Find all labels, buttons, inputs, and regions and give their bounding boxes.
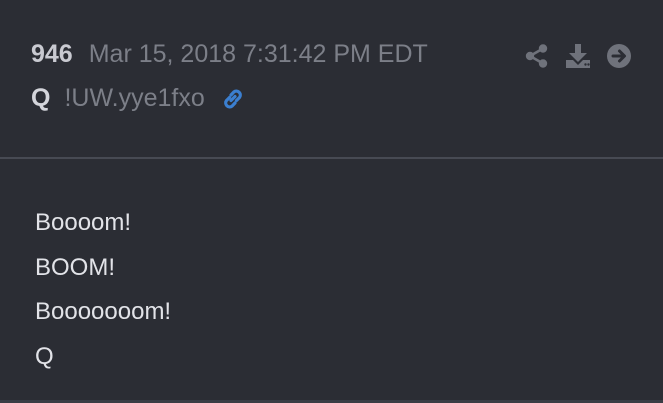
- post-card: 946 Mar 15, 2018 7:31:42 PM EDT Q !UW.yy…: [0, 0, 663, 403]
- post-body-line: Q: [35, 342, 54, 370]
- post-body: Boooom! BOOM! Booooooom! Q: [35, 204, 171, 382]
- post-actions: [510, 42, 633, 70]
- share-icon[interactable]: [523, 42, 551, 70]
- post-number: 946: [31, 40, 73, 68]
- post-meta-row: 946 Mar 15, 2018 7:31:42 PM EDT: [31, 40, 428, 69]
- post-header: 946 Mar 15, 2018 7:31:42 PM EDT Q !UW.yy…: [0, 0, 663, 157]
- post-body-line: BOOM!: [35, 253, 116, 281]
- post-body-line: Boooom!: [35, 209, 132, 236]
- post-body-line: Booooooom!: [35, 298, 172, 325]
- post-author-row: Q !UW.yye1fxo: [31, 84, 247, 113]
- author-name: Q: [31, 84, 51, 112]
- download-icon[interactable]: [564, 42, 592, 70]
- author-tripcode: !UW.yye1fxo: [64, 84, 205, 112]
- post-timestamp: Mar 15, 2018 7:31:42 PM EDT: [88, 40, 428, 68]
- header-divider: [0, 157, 663, 159]
- link-icon[interactable]: [219, 85, 247, 113]
- arrow-right-circle-icon[interactable]: [605, 42, 633, 70]
